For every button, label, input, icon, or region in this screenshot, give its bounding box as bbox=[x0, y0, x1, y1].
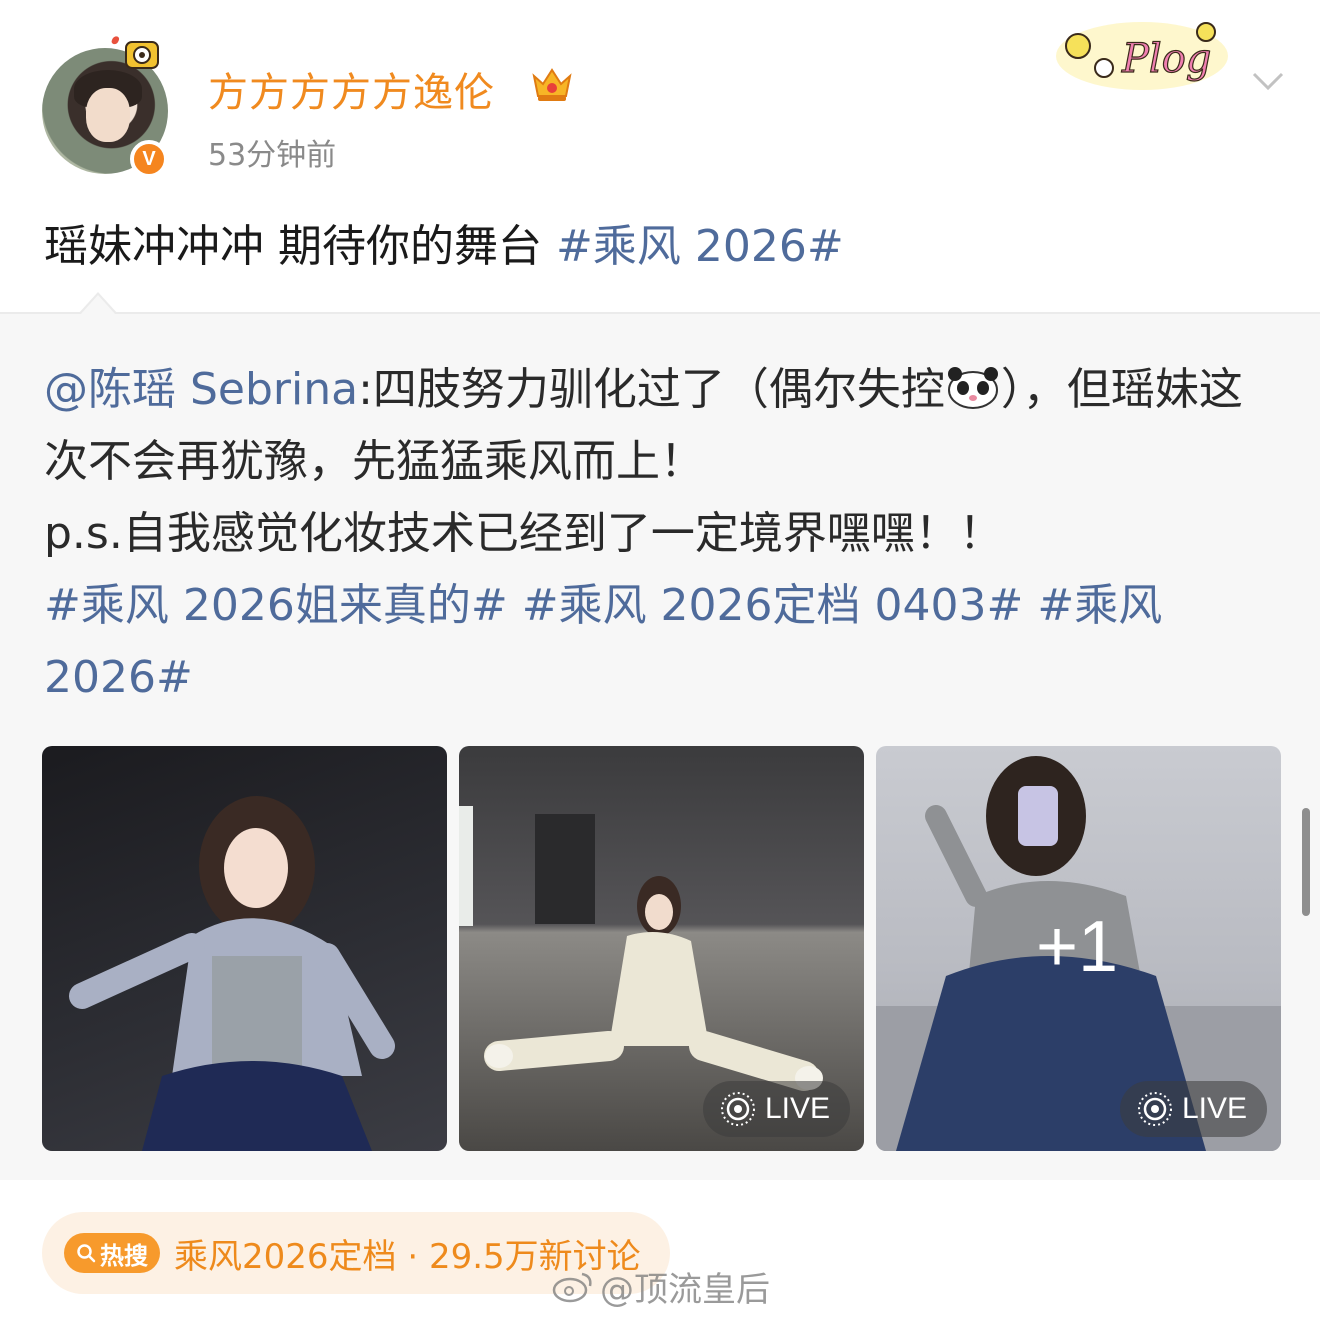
repost-topic-2[interactable]: #乘风 2026定档 0403# bbox=[522, 580, 1024, 631]
search-icon bbox=[77, 1244, 96, 1263]
scrollbar[interactable] bbox=[1302, 808, 1310, 916]
live-badge[interactable]: LIVE bbox=[702, 1081, 850, 1137]
live-photo-icon bbox=[720, 1092, 755, 1126]
plog-sticker: Plog bbox=[1056, 22, 1228, 90]
plog-text: Plog bbox=[1121, 36, 1211, 82]
hot-search-tag-label: 热搜 bbox=[100, 1241, 148, 1270]
live-photo-icon bbox=[1137, 1092, 1172, 1126]
repost-card[interactable]: @陈瑶 Sebrina:四肢努力驯化过了（偶尔失控 ），但瑶妹这次不会再犹豫，先猛… bbox=[0, 292, 1320, 1180]
avatar-face bbox=[86, 88, 130, 142]
post-topic-link[interactable]: #乘风 2026# bbox=[556, 221, 844, 272]
more-photos-count: +1 bbox=[1036, 907, 1119, 987]
live-label: LIVE bbox=[1181, 1092, 1247, 1125]
post-text: 瑶妹冲冲冲 期待你的舞台 #乘风 2026# bbox=[44, 210, 844, 274]
watermark: @顶流皇后 bbox=[552, 1262, 770, 1311]
repost-mention-link[interactable]: @陈瑶 Sebrina bbox=[44, 364, 358, 415]
post-time: 53分钟前 bbox=[208, 138, 337, 173]
repost-body-1: :四肢努力驯化过了（偶尔失控 bbox=[358, 364, 945, 415]
photo-2[interactable]: LIVE bbox=[459, 746, 864, 1151]
repost-ps: p.s.自我感觉化妆技术已经到了一定境界嘿嘿！！ bbox=[44, 508, 1003, 559]
crown-icon[interactable] bbox=[530, 62, 574, 106]
post-body: 瑶妹冲冲冲 期待你的舞台 bbox=[44, 221, 556, 272]
repost-topic-1[interactable]: #乘风 2026姐来真的# bbox=[44, 580, 508, 631]
hot-search-tag: 热搜 bbox=[64, 1233, 160, 1273]
photo-1[interactable] bbox=[42, 746, 447, 1151]
weibo-logo-icon bbox=[552, 1272, 592, 1302]
verified-badge: V bbox=[130, 140, 168, 178]
panda-emoji-icon bbox=[947, 367, 998, 409]
chevron-down-icon[interactable] bbox=[1248, 66, 1288, 94]
repost-text: @陈瑶 Sebrina:四肢努力驯化过了（偶尔失控 ），但瑶妹这次不会再犹豫，先猛… bbox=[44, 354, 1280, 714]
photo-3[interactable]: +1 LIVE bbox=[876, 746, 1281, 1151]
photo-1-figure bbox=[69, 796, 395, 1151]
author-name[interactable]: 方方方方方逸伦 bbox=[208, 60, 495, 118]
repost-notch bbox=[78, 292, 118, 315]
post-header: V 方方方方方逸伦 53分钟前 Plog 瑶妹冲冲冲 期待你的舞台 #乘风 20… bbox=[0, 0, 1320, 312]
camera-sticker-icon bbox=[111, 36, 159, 69]
live-label: LIVE bbox=[764, 1092, 830, 1125]
watermark-text: @顶流皇后 bbox=[600, 1270, 770, 1310]
live-badge[interactable]: LIVE bbox=[1119, 1081, 1267, 1137]
